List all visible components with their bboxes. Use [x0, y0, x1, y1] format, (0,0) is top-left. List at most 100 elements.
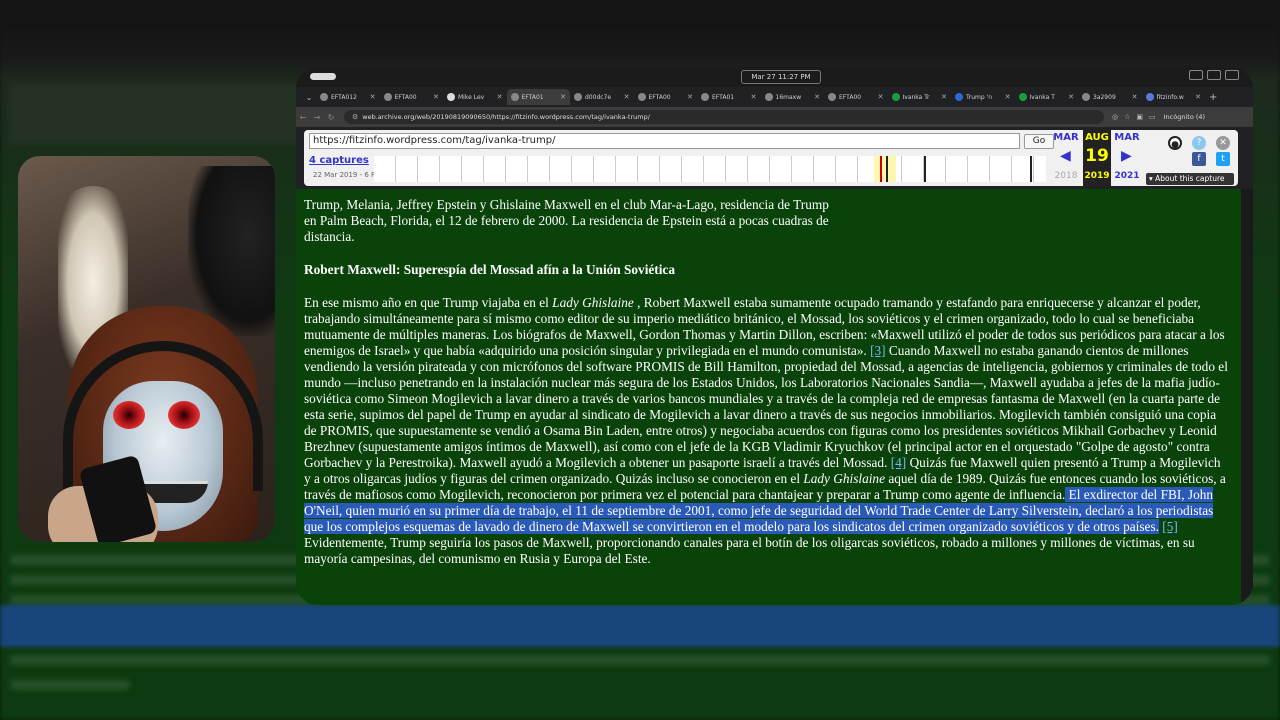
- capture-sparkline[interactable]: [374, 156, 1046, 182]
- minimize-icon[interactable]: [1189, 70, 1203, 80]
- tab-close-icon[interactable]: ✕: [1005, 93, 1011, 101]
- site-info-icon[interactable]: ⚙: [352, 113, 358, 121]
- incognito-badge[interactable]: Incógnito (4): [1164, 113, 1205, 121]
- browser-tab[interactable]: Ivanka T ✕: [1015, 89, 1079, 105]
- tab-favicon-icon: [447, 93, 455, 101]
- italic-title: Lady Ghislaine: [803, 471, 885, 486]
- tab-favicon-icon: [383, 93, 392, 101]
- browser-tab[interactable]: EFTA01 ✕: [697, 89, 761, 105]
- wayback-url-input[interactable]: https://fitzinfo.wordpress.com/tag/ivank…: [309, 133, 1020, 149]
- sparkline-capture: [1030, 156, 1032, 182]
- current-month: AUG: [1085, 132, 1109, 143]
- prev-month-link[interactable]: MAR: [1052, 132, 1080, 143]
- browser-tab[interactable]: Mike Lev ✕: [443, 89, 507, 105]
- tab-close-icon[interactable]: ✕: [751, 93, 757, 101]
- tab-favicon-icon: [828, 93, 836, 101]
- footnote-link-4[interactable]: [4]: [891, 455, 907, 470]
- bookmark-star-icon[interactable]: ☆: [1124, 113, 1130, 121]
- browser-tab[interactable]: 16maxw ✕: [761, 89, 825, 105]
- sparkline-current-year: [874, 156, 896, 182]
- about-capture-button[interactable]: ▾ About this capture: [1146, 173, 1234, 185]
- section-heading: Robert Maxwell: Superespía del Mossad af…: [304, 262, 675, 277]
- browser-tab[interactable]: EFTA00 ✕: [634, 89, 698, 105]
- dark-wing-decoration: [188, 166, 275, 336]
- background-text-line: [10, 655, 1270, 665]
- tab-favicon-icon: [1082, 93, 1090, 101]
- tab-favicon-icon: [891, 93, 900, 101]
- tab-title: 16maxw: [775, 93, 802, 101]
- tab-title: Ivanka Tr: [902, 93, 930, 101]
- close-toolbar-icon[interactable]: ✕: [1216, 136, 1230, 150]
- tab-favicon-icon: [1018, 93, 1027, 101]
- tab-title: 3a2909: [1093, 93, 1116, 101]
- tab-close-icon[interactable]: ✕: [433, 93, 439, 101]
- captures-link[interactable]: 4 captures: [309, 155, 369, 166]
- tab-title: EFTA01: [521, 93, 544, 101]
- browser-window: Mar 27 11:27 PM ⌄ EFTA012 ✕ EFTA00 ✕ Mike Le…: [296, 67, 1253, 605]
- tab-title: EFTA012: [331, 93, 357, 101]
- tab-favicon-icon: [701, 93, 709, 101]
- italic-title: Lady Ghislaine: [552, 295, 634, 310]
- sparkline-capture: [880, 156, 882, 182]
- user-icon[interactable]: ●: [1168, 136, 1182, 150]
- extensions-icon[interactable]: ▣: [1136, 113, 1143, 121]
- forward-icon[interactable]: →: [310, 113, 324, 122]
- text: Evidentemente, Trump seguiría los pasos …: [304, 535, 1195, 566]
- browser-tab[interactable]: Trump 'n ✕: [951, 89, 1015, 105]
- tab-title: Ivanka T: [1029, 93, 1055, 101]
- browser-tab[interactable]: EFTA01 ✕: [506, 89, 570, 105]
- browser-tab[interactable]: EFTA00 ✕: [824, 89, 888, 105]
- new-tab-icon[interactable]: +: [1205, 92, 1217, 103]
- browser-tab[interactable]: 3a2909 ✕: [1078, 89, 1142, 105]
- tab-favicon-icon: [764, 93, 773, 101]
- prev-capture-arrow-icon[interactable]: ◀: [1060, 148, 1071, 164]
- tab-close-icon[interactable]: ✕: [1195, 93, 1201, 101]
- prev-year: 2018: [1054, 171, 1078, 181]
- tab-list: EFTA012 ✕ EFTA00 ✕ Mike Lev ✕ EFTA01 ✕ d00dc7e ✕ E…: [316, 89, 1205, 105]
- eye-off-icon[interactable]: ◎: [1112, 113, 1118, 121]
- tab-search-icon[interactable]: ⌄: [302, 93, 316, 102]
- capture-date-range: 22 Mar 2019 - 6 Fe: [313, 171, 379, 179]
- reload-icon[interactable]: ↻: [324, 113, 338, 122]
- tab-close-icon[interactable]: ✕: [1132, 93, 1138, 101]
- year-navigator: MAR ◀ 2018 AUG 19 2019 MAR ▶ 2021: [1050, 130, 1140, 186]
- facebook-icon[interactable]: f: [1192, 152, 1206, 166]
- browser-tab[interactable]: d00dc7e ✕: [570, 89, 634, 105]
- next-capture-arrow-icon[interactable]: ▶: [1121, 148, 1132, 164]
- sidebar-icon[interactable]: ▭: [1149, 113, 1156, 121]
- os-top-bar: Mar 27 11:27 PM: [296, 67, 1253, 87]
- tab-close-icon[interactable]: ✕: [941, 93, 947, 101]
- close-icon[interactable]: [1225, 70, 1239, 80]
- omnibox[interactable]: ⚙ web.archive.org/web/20190819090650/http…: [344, 110, 1104, 124]
- tab-strip: ⌄ EFTA012 ✕ EFTA00 ✕ Mike Lev ✕ EFTA01 ✕ d00dc7e…: [296, 87, 1253, 107]
- tab-close-icon[interactable]: ✕: [624, 93, 630, 101]
- next-year-link[interactable]: 2021: [1113, 171, 1141, 181]
- help-icon[interactable]: ?: [1192, 136, 1206, 150]
- tab-close-icon[interactable]: ✕: [370, 93, 376, 101]
- browser-tab[interactable]: EFTA00 ✕: [380, 89, 444, 105]
- back-icon[interactable]: ←: [296, 113, 310, 122]
- article-paragraph: En ese mismo año en que Trump viajaba en…: [304, 295, 1229, 567]
- footnote-link-3[interactable]: [3]: [870, 343, 886, 358]
- os-menu-icon[interactable]: [310, 73, 336, 80]
- footnote-link-5[interactable]: [5]: [1162, 519, 1178, 534]
- next-month-link[interactable]: MAR: [1113, 132, 1141, 143]
- browser-tab[interactable]: fitzinfo.w ✕: [1142, 89, 1206, 105]
- tab-favicon-icon: [320, 93, 328, 101]
- maximize-icon[interactable]: [1207, 70, 1221, 80]
- omnibox-url: web.archive.org/web/20190819090650/https…: [362, 113, 650, 121]
- tab-favicon-icon: [574, 93, 582, 101]
- tab-close-icon[interactable]: ✕: [878, 93, 884, 101]
- tab-close-icon[interactable]: ✕: [687, 93, 693, 101]
- twitter-icon[interactable]: t: [1216, 152, 1230, 166]
- tab-favicon-icon: [1145, 93, 1154, 101]
- article-content: Trump, Melania, Jeffrey Epstein y Ghisla…: [296, 189, 1241, 605]
- tab-close-icon[interactable]: ✕: [560, 93, 566, 101]
- tab-close-icon[interactable]: ✕: [497, 93, 503, 101]
- sparkline-capture: [886, 156, 888, 182]
- page-scrollbar[interactable]: [1241, 189, 1253, 605]
- tab-close-icon[interactable]: ✕: [814, 93, 820, 101]
- browser-tab[interactable]: EFTA012 ✕: [316, 89, 380, 105]
- browser-tab[interactable]: Ivanka Tr ✕: [888, 89, 952, 105]
- tab-close-icon[interactable]: ✕: [1068, 93, 1074, 101]
